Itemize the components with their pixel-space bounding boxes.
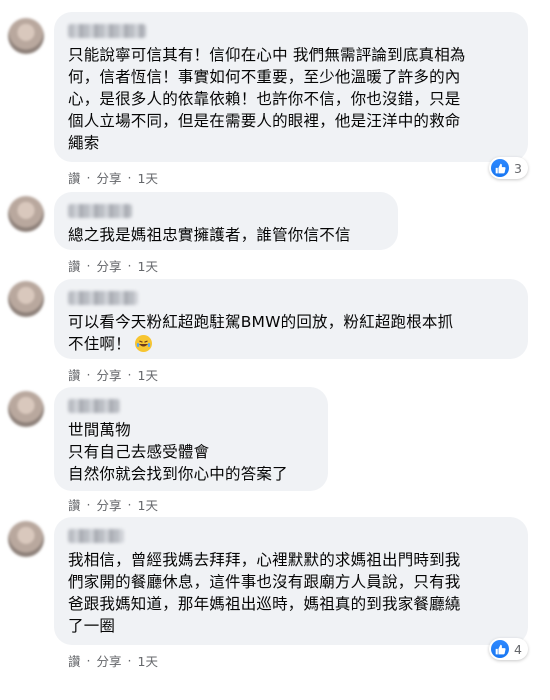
like-link[interactable]: 讚 <box>68 168 81 187</box>
timestamp[interactable]: 1天 <box>138 365 158 384</box>
comment-text: 我相信，曾經我媽去拜拜，心裡默默的求媽祖出門時到我 們家開的餐廳休息，這件事也沒… <box>68 551 461 635</box>
reaction-count[interactable]: 3 <box>489 157 528 179</box>
avatar[interactable] <box>8 281 44 317</box>
thumbs-up-icon <box>491 159 509 177</box>
comment-actions: 讚 · 分享 · 1天 <box>68 256 158 275</box>
timestamp[interactable]: 1天 <box>138 651 158 670</box>
comment-bubble: 世間萬物 只有自己去感受體會 自然你就会找到你心中的答案了 <box>54 387 328 491</box>
comment-text: 只能說寧可信其有！信仰在心中 我們無需評論到底真相為 何，信者恆信！事實如何不重… <box>68 46 466 152</box>
author-name-blurred[interactable] <box>68 291 138 305</box>
comment-bubble: 我相信，曾經我媽去拜拜，心裡默默的求媽祖出門時到我 們家開的餐廳休息，這件事也沒… <box>54 517 528 645</box>
comment-text: 可以看今天粉紅超跑駐駕BMW的回放，粉紅超跑根本抓 不住啊！ <box>68 313 454 353</box>
comment-4: 世間萬物 只有自己去感受體會 自然你就会找到你心中的答案了 讚 · 分享 · 1… <box>0 385 550 513</box>
thumbs-up-icon <box>491 640 509 658</box>
comment-actions: 讚 · 分享 · 1天 <box>68 168 158 187</box>
comment-text: 世間萬物 只有自己去感受體會 自然你就会找到你心中的答案了 <box>68 421 288 483</box>
comment-1: 只能說寧可信其有！信仰在心中 我們無需評論到底真相為 何，信者恆信！事實如何不重… <box>0 0 550 190</box>
comment-5: 我相信，曾經我媽去拜拜，心裡默默的求媽祖出門時到我 們家開的餐廳休息，這件事也沒… <box>0 513 550 700</box>
share-link[interactable]: 分享 <box>97 256 122 275</box>
like-link[interactable]: 讚 <box>68 256 81 275</box>
reaction-count[interactable]: 4 <box>489 638 528 660</box>
reaction-count-value: 4 <box>514 641 522 657</box>
timestamp[interactable]: 1天 <box>138 495 158 514</box>
author-name-blurred[interactable] <box>68 24 146 38</box>
share-link[interactable]: 分享 <box>97 495 122 514</box>
comment-2: 總之我是媽祖忠實擁護者，誰管你信不信 讚 · 分享 · 1天 <box>0 190 550 275</box>
author-name-blurred[interactable] <box>68 204 132 218</box>
comment-text: 總之我是媽祖忠實擁護者，誰管你信不信 <box>68 226 351 244</box>
timestamp[interactable]: 1天 <box>138 168 158 187</box>
share-link[interactable]: 分享 <box>97 365 122 384</box>
author-name-blurred[interactable] <box>68 529 124 543</box>
like-link[interactable]: 讚 <box>68 365 81 384</box>
comment-actions: 讚 · 分享 · 1天 <box>68 365 158 384</box>
comment-bubble: 可以看今天粉紅超跑駐駕BMW的回放，粉紅超跑根本抓 不住啊！ <box>54 279 528 359</box>
avatar[interactable] <box>8 196 44 232</box>
comment-3: 可以看今天粉紅超跑駐駕BMW的回放，粉紅超跑根本抓 不住啊！ 讚 · 分享 · … <box>0 275 550 385</box>
like-link[interactable]: 讚 <box>68 651 81 670</box>
rofl-emoji-icon <box>134 335 152 352</box>
comment-bubble: 只能說寧可信其有！信仰在心中 我們無需評論到底真相為 何，信者恆信！事實如何不重… <box>54 12 528 162</box>
avatar[interactable] <box>8 18 44 54</box>
share-link[interactable]: 分享 <box>97 651 122 670</box>
timestamp[interactable]: 1天 <box>138 256 158 275</box>
author-name-blurred[interactable] <box>68 399 120 413</box>
avatar[interactable] <box>8 521 44 557</box>
avatar[interactable] <box>8 391 44 427</box>
comment-bubble: 總之我是媽祖忠實擁護者，誰管你信不信 <box>54 192 398 250</box>
reaction-count-value: 3 <box>514 160 522 176</box>
share-link[interactable]: 分享 <box>97 168 122 187</box>
comment-actions: 讚 · 分享 · 1天 <box>68 651 158 670</box>
like-link[interactable]: 讚 <box>68 495 81 514</box>
comment-actions: 讚 · 分享 · 1天 <box>68 495 158 514</box>
